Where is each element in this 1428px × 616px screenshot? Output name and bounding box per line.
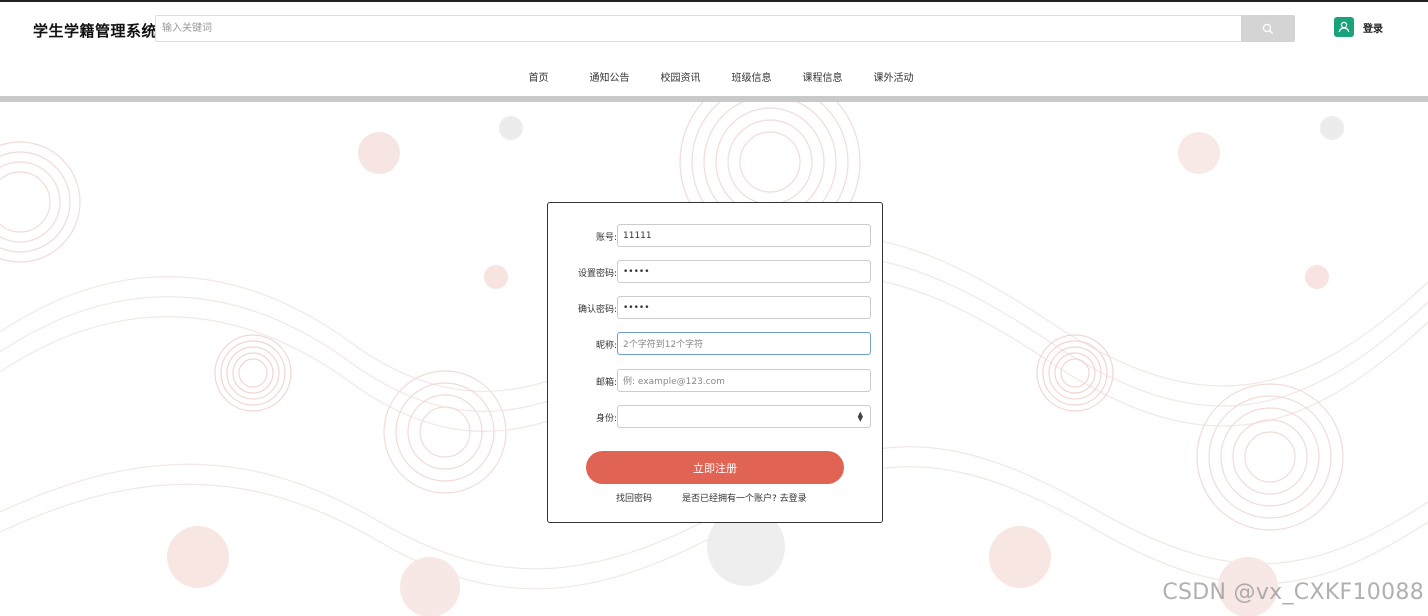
identity-label: 身份: [595,414,617,424]
select-arrows-icon: ▲ ▼ [857,410,863,423]
nav-label: 校园资讯 [660,73,701,84]
email-label: 邮箱: [595,378,617,388]
confirm-password-input[interactable]: ••••• [617,296,871,319]
nav-label: 课外活动 [873,73,914,84]
confirm-password-label: 确认密码: [577,305,617,315]
nickname-label: 昵称: [595,341,617,351]
user-icon [1334,17,1354,37]
login-label: 登录 [1363,23,1383,35]
account-row: 账号: 11111 [548,224,884,247]
email-row: 邮箱: 例: example@123.com [548,369,884,392]
confirm-password-row: 确认密码: ••••• [548,296,884,319]
password-row: 设置密码: ••••• [548,260,884,283]
nickname-row: 昵称: 2个字符到12个字符 [548,332,884,355]
account-label: 账号: [595,233,617,243]
register-form: 账号: 11111 设置密码: ••••• 确认密码: ••••• 昵称: 2个… [547,202,883,523]
nav-label: 首页 [528,73,549,84]
nav-label: 班级信息 [731,73,772,84]
search-input[interactable] [155,15,1242,42]
watermark: CSDN @vx_CXKF10088 [1162,580,1424,605]
nickname-input[interactable]: 2个字符到12个字符 [617,332,871,355]
identity-row: 身份: ▲ ▼ [548,405,884,428]
search-button[interactable] [1241,15,1295,42]
nav-label: 课程信息 [802,73,843,84]
search-icon [1262,23,1274,34]
account-input[interactable]: 11111 [617,224,871,247]
header: 学生学籍管理系统 登录 [0,2,1428,54]
site-title: 学生学籍管理系统 [33,22,158,40]
register-button[interactable]: 立即注册 [586,451,844,484]
email-input[interactable]: 例: example@123.com [617,369,871,392]
login-link[interactable]: 登录 [1334,17,1383,37]
password-input[interactable]: ••••• [617,260,871,283]
identity-select[interactable]: ▲ ▼ [617,405,871,428]
forgot-password-link[interactable]: 找回密码 [616,491,652,504]
go-login-link[interactable]: 是否已经拥有一个账户? 去登录 [682,491,807,504]
nav-label: 通知公告 [589,73,630,84]
password-label: 设置密码: [577,269,617,279]
